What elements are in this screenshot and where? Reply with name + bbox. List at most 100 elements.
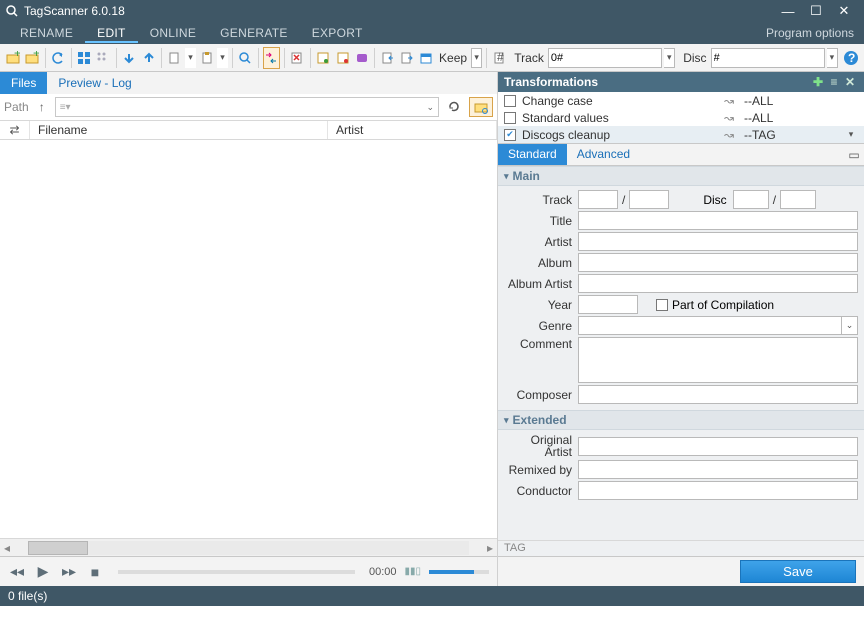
- track-number-input[interactable]: [578, 190, 618, 209]
- delete-tag-icon[interactable]: [289, 47, 306, 69]
- close-transformations-icon[interactable]: ✕: [842, 75, 858, 89]
- list-view-icon[interactable]: [95, 47, 112, 69]
- menu-export[interactable]: EXPORT: [300, 23, 375, 43]
- next-track-icon[interactable]: ▸▸: [60, 563, 78, 580]
- artist-input[interactable]: [578, 232, 858, 251]
- year-input[interactable]: [578, 295, 638, 314]
- track-format-combo[interactable]: [548, 48, 662, 68]
- year-label: Year: [504, 298, 578, 312]
- compilation-checkbox[interactable]: [656, 299, 668, 311]
- original-artist-input[interactable]: [578, 437, 858, 456]
- transformation-menu-icon[interactable]: ≡: [826, 75, 842, 89]
- help-icon[interactable]: ?: [842, 47, 860, 69]
- path-input[interactable]: [71, 100, 423, 114]
- browse-folder-icon[interactable]: [469, 97, 493, 117]
- add-folder-icon[interactable]: +: [23, 47, 40, 69]
- menu-online[interactable]: ONLINE: [138, 23, 208, 43]
- tab-advanced[interactable]: Advanced: [567, 144, 640, 165]
- move-down-icon[interactable]: [121, 47, 138, 69]
- horizontal-scrollbar[interactable]: ◂ ▸: [0, 538, 497, 556]
- svg-text:?: ?: [848, 51, 855, 65]
- export-icon[interactable]: [399, 47, 416, 69]
- shuffle-column-icon[interactable]: ⇄: [0, 121, 30, 139]
- search-icon[interactable]: [237, 47, 254, 69]
- transformation-row[interactable]: Change case ↝ --ALL: [498, 92, 864, 109]
- transformation-target-dropdown[interactable]: ▾: [844, 129, 858, 140]
- path-up-icon[interactable]: ↑: [33, 100, 51, 114]
- composer-input[interactable]: [578, 385, 858, 404]
- track-format-dropdown[interactable]: ▾: [664, 48, 675, 68]
- conductor-input[interactable]: [578, 481, 858, 500]
- expand-panel-icon[interactable]: ▭: [844, 144, 864, 165]
- copy-icon[interactable]: [166, 47, 183, 69]
- save-row: Save: [498, 556, 864, 586]
- comment-textarea[interactable]: [578, 337, 858, 383]
- transformation-row[interactable]: Standard values ↝ --ALL: [498, 109, 864, 126]
- add-transformation-icon[interactable]: ✚: [810, 75, 826, 89]
- path-dropdown-icon[interactable]: ⌄: [422, 102, 434, 113]
- script-3-icon[interactable]: [353, 47, 370, 69]
- refresh-icon[interactable]: [443, 97, 465, 117]
- program-options-link[interactable]: Program options: [766, 26, 864, 40]
- tag-swap-icon[interactable]: [263, 47, 280, 69]
- close-button[interactable]: ✕: [830, 3, 858, 19]
- autonum-icon[interactable]: #: [491, 47, 508, 69]
- title-input[interactable]: [578, 211, 858, 230]
- transformation-checkbox[interactable]: ✔: [504, 129, 516, 141]
- calendar-icon[interactable]: [418, 47, 435, 69]
- remixed-by-input[interactable]: [578, 460, 858, 479]
- move-up-icon[interactable]: [140, 47, 157, 69]
- paste-icon[interactable]: [198, 47, 215, 69]
- remixed-by-label: Remixed by: [504, 463, 578, 477]
- menu-generate[interactable]: GENERATE: [208, 23, 300, 43]
- grid-body[interactable]: [0, 140, 497, 538]
- section-extended-header[interactable]: ▾ Extended: [498, 410, 864, 430]
- volume-icon: ▮▮▯: [404, 566, 421, 577]
- prev-track-icon[interactable]: ◂◂: [8, 563, 26, 580]
- title-label: Title: [504, 214, 578, 228]
- left-tabs: Files Preview - Log: [0, 72, 497, 94]
- artist-label: Artist: [504, 235, 578, 249]
- minimize-button[interactable]: —: [774, 4, 802, 19]
- transformation-checkbox[interactable]: [504, 112, 516, 124]
- disc-format-dropdown[interactable]: ▾: [827, 48, 838, 68]
- transformation-checkbox[interactable]: [504, 95, 516, 107]
- status-bar: 0 file(s): [0, 586, 864, 606]
- maximize-button[interactable]: ☐: [802, 3, 830, 19]
- transformation-row[interactable]: ✔ Discogs cleanup ↝ --TAG ▾: [498, 126, 864, 143]
- tab-standard[interactable]: Standard: [498, 144, 567, 165]
- original-artist-label: Original Artist: [504, 434, 578, 458]
- tab-preview-log[interactable]: Preview - Log: [47, 72, 142, 94]
- column-artist[interactable]: Artist: [328, 121, 497, 139]
- genre-dropdown-icon[interactable]: ⌄: [842, 316, 858, 335]
- stop-icon[interactable]: ■: [86, 564, 104, 580]
- play-icon[interactable]: ▶: [34, 563, 52, 580]
- grid-view-icon[interactable]: [75, 47, 92, 69]
- genre-select[interactable]: [578, 316, 842, 335]
- column-filename[interactable]: Filename: [30, 121, 328, 139]
- copy-dropdown[interactable]: ▾: [185, 48, 196, 68]
- undo-icon[interactable]: [49, 47, 66, 69]
- import-icon[interactable]: [379, 47, 396, 69]
- menu-rename[interactable]: RENAME: [8, 23, 85, 43]
- genre-label: Genre: [504, 319, 578, 333]
- file-count: 0 file(s): [8, 589, 47, 603]
- menu-edit[interactable]: EDIT: [85, 23, 138, 43]
- volume-slider[interactable]: [429, 570, 489, 574]
- keep-dropdown[interactable]: ▾: [471, 48, 482, 68]
- script-2-icon[interactable]: [334, 47, 351, 69]
- section-main-header[interactable]: ▾ Main: [498, 166, 864, 186]
- save-button[interactable]: Save: [740, 560, 856, 583]
- tab-files[interactable]: Files: [0, 72, 47, 94]
- album-artist-input[interactable]: [578, 274, 858, 293]
- paste-dropdown[interactable]: ▾: [217, 48, 228, 68]
- track-total-input[interactable]: [629, 190, 669, 209]
- script-1-icon[interactable]: [315, 47, 332, 69]
- album-input[interactable]: [578, 253, 858, 272]
- disc-number-input[interactable]: [733, 190, 769, 209]
- new-folder-icon[interactable]: +: [4, 47, 21, 69]
- disc-format-combo[interactable]: [711, 48, 825, 68]
- scroll-thumb[interactable]: [28, 541, 88, 555]
- disc-total-input[interactable]: [780, 190, 816, 209]
- time-slider[interactable]: [118, 570, 355, 574]
